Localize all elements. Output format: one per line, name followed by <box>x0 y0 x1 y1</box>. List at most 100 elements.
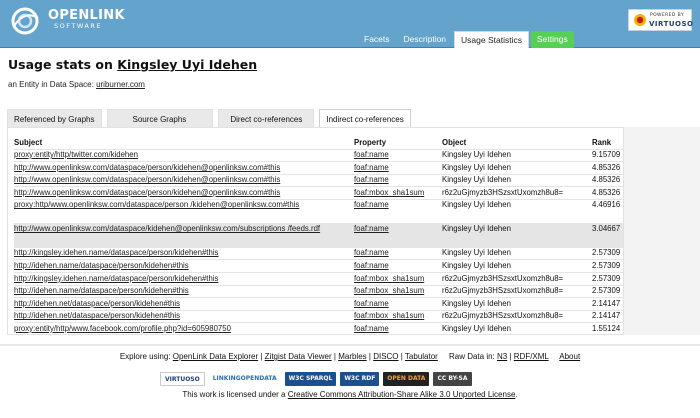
explore-bar: Explore using: OpenLink Data Explorer | … <box>119 352 581 361</box>
subject-link[interactable]: http://www.openlinksw.com/dataspace/pers… <box>14 188 280 197</box>
tab-referenced-by-graphs[interactable]: Referenced by Graphs <box>7 109 102 128</box>
header-property: Property <box>354 137 387 147</box>
table-row: http://idehen.net/dataspace/person/kideh… <box>14 297 623 311</box>
title-prefix: Usage stats on <box>8 57 113 72</box>
property-link[interactable]: foaf:mbox_sha1sum <box>354 311 424 320</box>
property-link[interactable]: foaf:mbox_sha1sum <box>354 274 424 283</box>
rank-value: 2.14147 <box>592 297 623 311</box>
open-data-badge[interactable]: OPEN DATA <box>383 371 430 386</box>
property-link[interactable]: foaf:name <box>354 248 389 257</box>
rank-value: 4.46916 <box>592 198 623 224</box>
rank-value: 4.85326 <box>592 161 623 175</box>
rank-value: 4.85326 <box>592 173 623 187</box>
property-link[interactable]: foaf:name <box>354 163 389 172</box>
object-value: r6z2uGjmyzb3HSzsxtUxomzh8u8= <box>442 186 592 200</box>
link-rdf-xml[interactable]: RDF/XML <box>514 352 549 361</box>
rank-value: 2.57309 <box>592 259 623 273</box>
header-bar: OPENLINK SOFTWARE POWERED BY VIRTUOSO Fa… <box>0 0 700 48</box>
object-value: Kingsley Uyi Idehen <box>442 148 592 162</box>
tab-settings[interactable]: Settings <box>531 31 574 48</box>
property-link[interactable]: foaf:name <box>354 150 389 159</box>
object-value: Kingsley Uyi Idehen <box>442 259 592 273</box>
property-link[interactable]: foaf:mbox_sha1sum <box>354 188 424 197</box>
link-disco[interactable]: DISCO <box>373 352 398 361</box>
tab-facets[interactable]: Facets <box>358 31 396 48</box>
link-zitgist-data-viewer[interactable]: Zitgist Data Viewer <box>265 352 332 361</box>
license-link[interactable]: Creative Commons Attribution-Share Alike… <box>288 390 516 399</box>
table-row: http://www.openlinksw.com/dataspace/pers… <box>14 186 623 200</box>
subject-link[interactable]: proxy:http/www.openlinksw.com/dataspace/… <box>14 200 299 209</box>
object-value: Kingsley Uyi Idehen <box>442 246 592 260</box>
link-about[interactable]: About <box>559 352 580 361</box>
rank-value: 4.85326 <box>592 186 623 200</box>
page-title: Usage stats on Kingsley Uyi Idehen <box>8 57 257 72</box>
object-value: Kingsley Uyi Idehen <box>442 222 592 248</box>
license-line: This work is licensed under a Creative C… <box>0 390 700 399</box>
tab-source-graphs[interactable]: Source Graphs <box>106 109 214 128</box>
property-link[interactable]: foaf:name <box>354 175 389 184</box>
object-value: Kingsley Uyi Idehen <box>442 297 592 311</box>
badge-row: VIRTUOSO LINKINGOPENDATA W3C SPARQL W3C … <box>160 371 472 386</box>
entity-prefix: an Entity in Data Space: <box>8 80 94 89</box>
results-panel: Subject Property Object Rank proxy:entit… <box>7 127 624 335</box>
subject-link[interactable]: http://idehen.name/dataspace/person/kide… <box>14 286 189 295</box>
property-link[interactable]: foaf:mbox_sha1sum <box>354 286 424 295</box>
header-object: Object <box>442 137 467 147</box>
subject-link[interactable]: http://www.openlinksw.com/dataspace/pers… <box>14 175 280 184</box>
openlink-logo[interactable]: OPENLINK SOFTWARE <box>8 6 125 36</box>
subject-link[interactable]: proxy:entity/http/www.facebook.com/profi… <box>14 324 231 333</box>
object-value: Kingsley Uyi Idehen <box>442 161 592 175</box>
object-value: Kingsley Uyi Idehen <box>442 198 592 224</box>
table-header-row: Subject Property Object Rank <box>14 134 623 149</box>
subject-link[interactable]: http://www.openlinksw.com/dataspace/pers… <box>14 163 280 172</box>
subject-link[interactable]: http://kingsley.idehen.name/dataspace/pe… <box>14 274 218 283</box>
linking-open-data-badge[interactable]: LINKINGOPENDATA <box>208 371 281 386</box>
object-value: r6z2uGjmyzb3HSzsxtUxomzh8u8= <box>442 272 592 286</box>
property-link[interactable]: foaf:name <box>354 224 389 233</box>
subject-link[interactable]: http://www.openlinksw.com/dataspace/kide… <box>14 224 320 233</box>
w3c-sparql-badge[interactable]: W3C SPARQL <box>284 371 337 386</box>
title-entity-link[interactable]: Kingsley Uyi Idehen <box>117 57 257 72</box>
rank-value: 1.55124 <box>592 322 623 334</box>
property-link[interactable]: foaf:name <box>354 324 389 333</box>
openlink-swirl-icon <box>11 7 39 35</box>
object-value: Kingsley Uyi Idehen <box>442 322 592 334</box>
header-rank: Rank <box>592 137 612 147</box>
tab-direct-co-references[interactable]: Direct co-references <box>218 109 315 128</box>
table-row-highlighted: http://www.openlinksw.com/dataspace/kide… <box>14 222 623 248</box>
subject-link[interactable]: http://idehen.net/dataspace/person/kideh… <box>14 299 180 308</box>
logo-subtext: SOFTWARE <box>54 22 102 30</box>
content-tabs: Referenced by Graphs Source Graphs Direc… <box>7 109 411 128</box>
virtuoso-badge[interactable]: POWERED BY VIRTUOSO <box>628 9 694 31</box>
raw-data-label: Raw Data in: <box>448 352 495 361</box>
panel-side-shade <box>624 127 700 335</box>
property-link[interactable]: foaf:name <box>354 299 389 308</box>
table-row: http://www.openlinksw.com/dataspace/pers… <box>14 161 623 175</box>
table-row: proxy:http/www.openlinksw.com/dataspace/… <box>14 198 623 224</box>
link-openlink-data-explorer[interactable]: OpenLink Data Explorer <box>173 352 258 361</box>
link-n3[interactable]: N3 <box>497 352 507 361</box>
table-row: http://kingsley.idehen.name/dataspace/pe… <box>14 272 623 286</box>
property-link[interactable]: foaf:name <box>354 200 389 209</box>
property-link[interactable]: foaf:name <box>354 261 389 270</box>
w3c-rdf-badge[interactable]: W3C RDF <box>340 371 380 386</box>
subject-link[interactable]: proxy:entity/http/twitter.com/kidehen <box>14 150 138 159</box>
rank-value: 2.57309 <box>592 284 623 298</box>
link-tabulator[interactable]: Tabulator <box>405 352 438 361</box>
table-row: proxy:entity/http/twitter.com/kidehen foa… <box>14 148 623 162</box>
tab-indirect-co-references[interactable]: Indirect co-references <box>319 109 411 128</box>
virtuoso-name-text: VIRTUOSO <box>649 20 694 28</box>
license-prefix: This work is licensed under a <box>182 390 286 399</box>
results-table: Subject Property Object Rank proxy:entit… <box>14 134 623 334</box>
subject-link[interactable]: http://idehen.name/dataspace/person/kide… <box>14 261 189 270</box>
virtuoso-footer-badge[interactable]: VIRTUOSO <box>160 371 205 386</box>
object-value: r6z2uGjmyzb3HSzsxtUxomzh8u8= <box>442 284 592 298</box>
subject-link[interactable]: http://idehen.net/dataspace/person/kideh… <box>14 311 180 320</box>
tab-description[interactable]: Description <box>398 31 453 48</box>
dataspace-link[interactable]: uriburner.com <box>96 80 145 89</box>
object-value: r6z2uGjmyzb3HSzsxtUxomzh8u8= <box>442 309 592 323</box>
subject-link[interactable]: http://kingsley.idehen.name/dataspace/pe… <box>14 248 218 257</box>
cc-by-sa-badge[interactable]: CC BY-SA <box>433 371 472 386</box>
link-marbles[interactable]: Marbles <box>338 352 366 361</box>
tab-usage-statistics[interactable]: Usage Statistics <box>454 31 529 48</box>
